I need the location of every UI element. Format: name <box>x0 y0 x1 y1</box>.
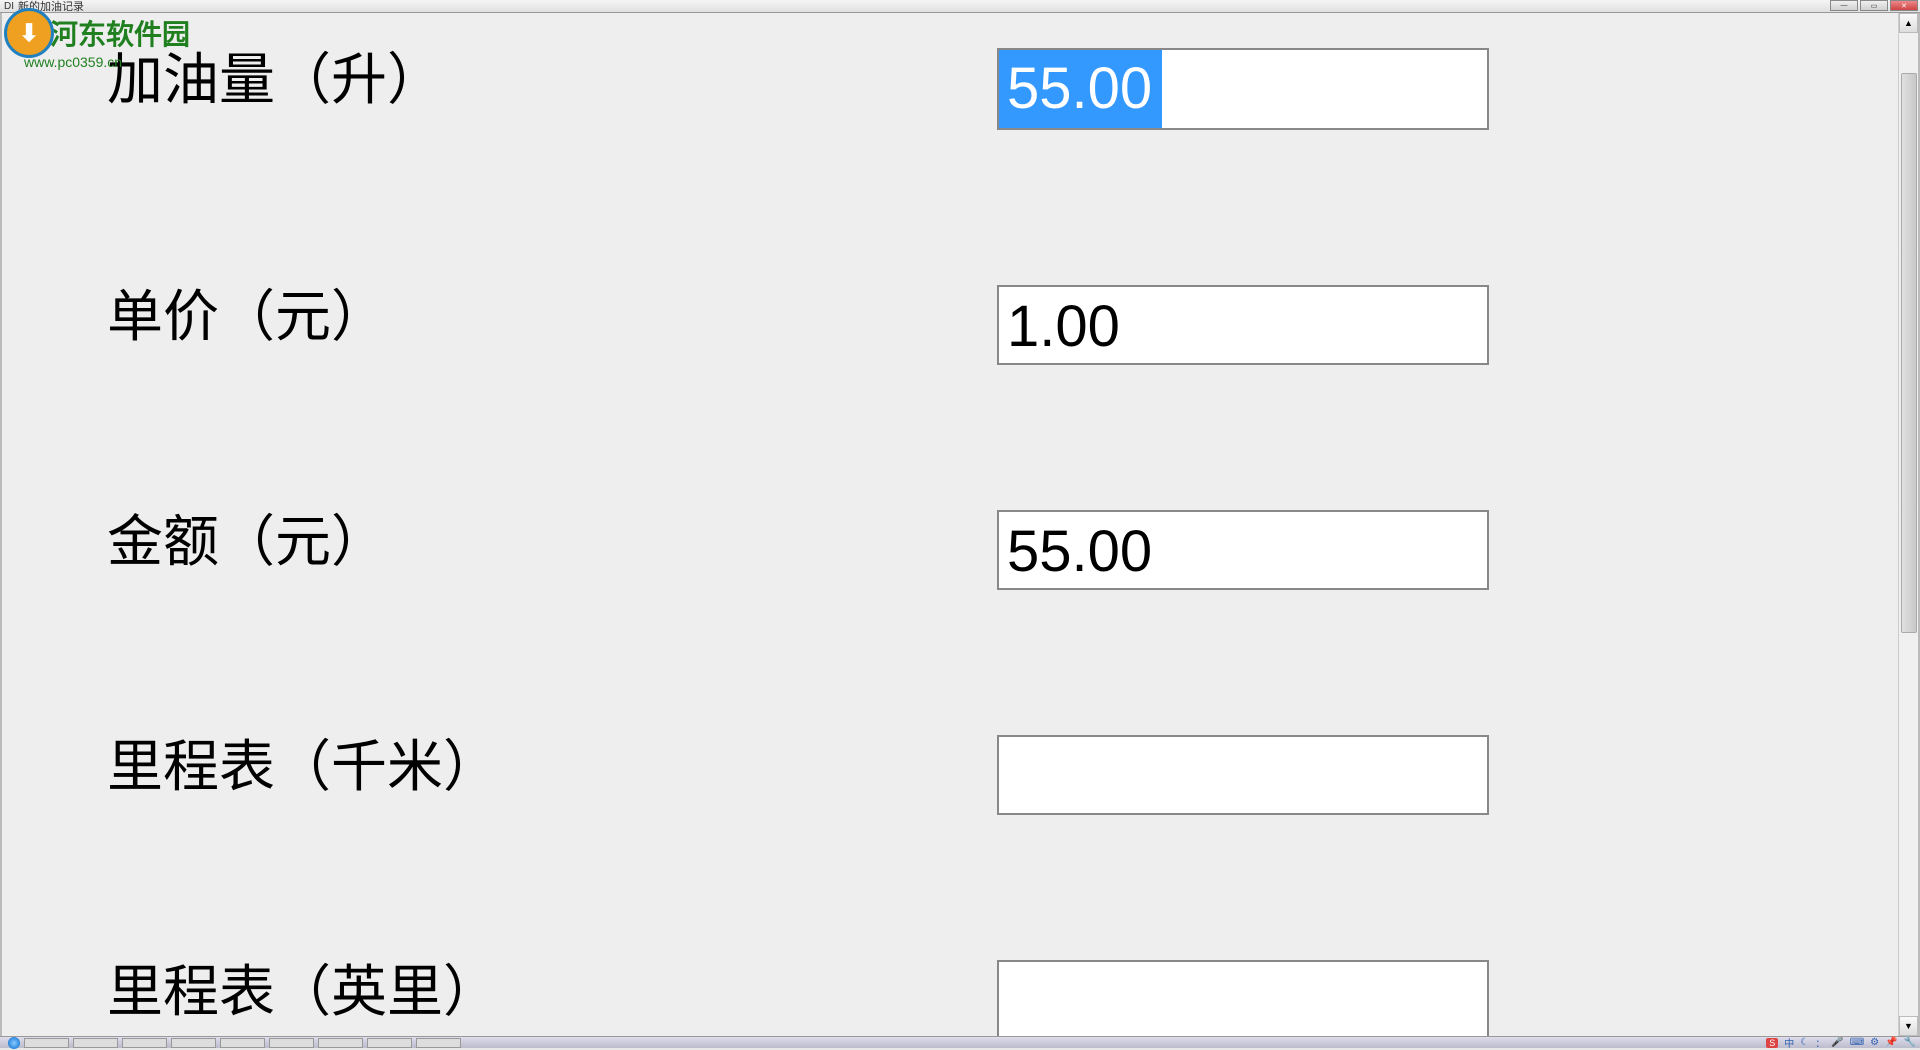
form-row-odometer-km: 里程表（千米） <box>107 735 1898 815</box>
input-amount[interactable]: 55.00 <box>997 510 1489 590</box>
input-odometer-km[interactable] <box>997 735 1489 815</box>
fuel-record-form: 加油量（升） 55.00 单价（元） 1.00 金额（元） 55.00 里程表（… <box>2 13 1898 1036</box>
minimize-button[interactable]: — <box>1830 0 1858 11</box>
taskbar-app-3[interactable] <box>122 1038 167 1048</box>
taskbar-app-1[interactable] <box>24 1038 69 1048</box>
scroll-down-button[interactable]: ▼ <box>1899 1016 1918 1036</box>
tray-wrench-icon[interactable]: 🔧 <box>1904 1037 1916 1048</box>
scroll-up-button[interactable]: ▲ <box>1899 13 1918 33</box>
form-row-amount: 金额（元） 55.00 <box>107 510 1898 590</box>
maximize-button[interactable]: ▭ <box>1860 0 1888 11</box>
label-odometer-km: 里程表（千米） <box>107 735 997 802</box>
window-titlebar: DI 新的加油记录 — ▭ ✕ <box>0 0 1920 13</box>
label-amount: 金额（元） <box>107 510 997 577</box>
taskbar-app-8[interactable] <box>367 1038 412 1048</box>
close-button[interactable]: ✕ <box>1890 0 1918 11</box>
taskbar-app-5[interactable] <box>220 1038 265 1048</box>
taskbar-app-9[interactable] <box>416 1038 461 1048</box>
input-fuel-amount-value: 55.00 <box>999 50 1162 128</box>
window-title: 新的加油记录 <box>18 0 84 14</box>
form-row-odometer-miles: 里程表（英里） <box>107 960 1898 1036</box>
tray-keyboard-icon[interactable]: ⌨ <box>1850 1037 1864 1048</box>
label-odometer-miles: 里程表（英里） <box>107 960 997 1027</box>
tray-gear-icon[interactable]: ⚙ <box>1870 1037 1879 1048</box>
label-unit-price: 单价（元） <box>107 285 997 352</box>
input-fuel-amount[interactable]: 55.00 <box>997 48 1489 130</box>
form-row-fuel-amount: 加油量（升） 55.00 <box>107 48 1898 130</box>
tray-pin-icon[interactable]: 📌 <box>1885 1037 1897 1048</box>
taskbar-app-7[interactable] <box>318 1038 363 1048</box>
scroll-thumb[interactable] <box>1901 73 1917 633</box>
taskbar-app-6[interactable] <box>269 1038 314 1048</box>
taskbar-app-4[interactable] <box>171 1038 216 1048</box>
window-icon: DI <box>4 1 14 11</box>
label-fuel-amount: 加油量（升） <box>107 48 997 115</box>
ime-indicator-icon[interactable]: S <box>1766 1038 1778 1048</box>
taskbar: S 中 ☾ ： 🎤 ⌨ ⚙ 📌 🔧 <box>0 1036 1920 1048</box>
input-odometer-miles[interactable] <box>997 960 1489 1036</box>
tray-mic-icon[interactable]: 🎤 <box>1831 1037 1843 1048</box>
client-area: 加油量（升） 55.00 单价（元） 1.00 金额（元） 55.00 里程表（… <box>0 13 1920 1036</box>
tray-moon-icon[interactable]: ☾ <box>1800 1037 1809 1048</box>
vertical-scrollbar[interactable]: ▲ ▼ <box>1898 13 1918 1036</box>
taskbar-app-2[interactable] <box>73 1038 118 1048</box>
window-controls: — ▭ ✕ <box>1830 0 1918 11</box>
start-button[interactable] <box>8 1037 20 1049</box>
form-row-unit-price: 单价（元） 1.00 <box>107 285 1898 365</box>
input-unit-price[interactable]: 1.00 <box>997 285 1489 365</box>
